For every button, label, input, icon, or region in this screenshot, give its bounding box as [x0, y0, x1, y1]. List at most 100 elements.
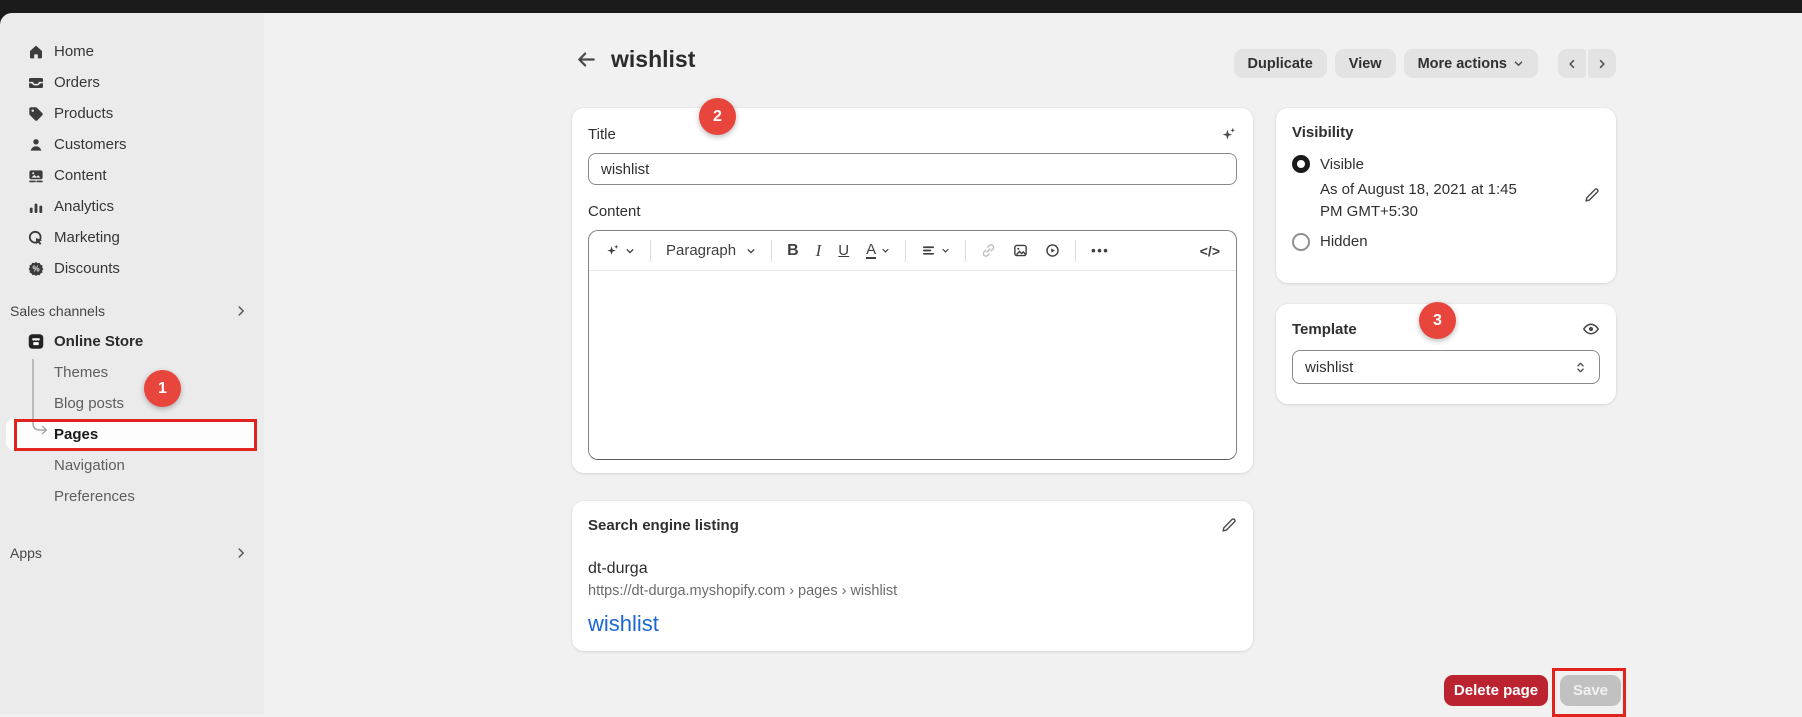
seo-card-heading: Search engine listing — [588, 517, 739, 534]
more-options-icon[interactable]: ••• — [1089, 241, 1111, 260]
seo-breadcrumb-url: https://dt-durga.myshopify.com › pages ›… — [588, 583, 1237, 599]
sidebar-item-label: Online Store — [54, 333, 143, 350]
home-icon — [28, 44, 44, 60]
view-button[interactable]: View — [1335, 49, 1396, 78]
sidebar-item-customers[interactable]: Customers — [6, 129, 256, 160]
sidebar-item-label: Orders — [54, 74, 100, 91]
template-select[interactable]: wishlist — [1292, 350, 1600, 384]
more-actions-button[interactable]: More actions — [1404, 49, 1538, 78]
template-heading: Template — [1292, 321, 1357, 338]
text-color-a-glyph: A — [866, 242, 876, 259]
sidebar-item-label: Customers — [54, 136, 127, 153]
next-page-button[interactable] — [1588, 49, 1616, 78]
paragraph-label: Paragraph — [666, 242, 736, 259]
chevron-down-icon — [941, 246, 950, 255]
annotation-step-2: 2 — [699, 98, 736, 135]
edit-pencil-icon[interactable] — [1221, 517, 1237, 533]
toolbar-divider — [1075, 240, 1076, 262]
sidebar-item-label: Preferences — [54, 488, 135, 505]
alignment-button[interactable] — [919, 241, 952, 260]
title-input[interactable] — [588, 153, 1237, 185]
annotation-step-1: 1 — [144, 370, 181, 407]
visibility-card: Visibility Visible As of August 18, 2021… — [1276, 108, 1616, 283]
duplicate-button[interactable]: Duplicate — [1234, 49, 1327, 78]
sidebar-item-label: Home — [54, 43, 94, 60]
delete-page-button[interactable]: Delete page — [1444, 675, 1548, 706]
radio-unselected-icon — [1292, 233, 1310, 251]
show-html-button[interactable]: </> — [1198, 241, 1222, 261]
sidebar-section-apps[interactable]: Apps — [0, 538, 264, 568]
tag-icon — [28, 106, 44, 122]
insert-image-button[interactable] — [1011, 241, 1030, 260]
text-color-button[interactable]: A — [864, 240, 892, 261]
apps-label: Apps — [10, 545, 42, 561]
hidden-radio-option[interactable]: Hidden — [1292, 233, 1600, 251]
media-icon — [28, 168, 44, 184]
sidebar-item-analytics[interactable]: Analytics — [6, 191, 256, 222]
duplicate-label: Duplicate — [1248, 56, 1313, 72]
sidebar-item-label: Pages — [54, 426, 98, 443]
sidebar: Home Orders Products Customers Content A… — [0, 13, 264, 714]
sales-channels-label: Sales channels — [10, 303, 105, 319]
sidebar-item-label: Marketing — [54, 229, 120, 246]
sidebar-item-label: Blog posts — [54, 395, 124, 412]
marketing-icon — [28, 230, 44, 246]
person-icon — [28, 137, 44, 153]
sidebar-item-orders[interactable]: Orders — [6, 67, 256, 98]
bold-button[interactable]: B — [785, 240, 801, 262]
chevron-down-icon — [881, 246, 890, 255]
toolbar-divider — [771, 240, 772, 262]
sidebar-item-preferences[interactable]: Preferences — [6, 481, 256, 512]
more-actions-label: More actions — [1418, 56, 1507, 72]
page-title: wishlist — [611, 46, 695, 73]
ai-sparkle-icon[interactable] — [1220, 126, 1237, 143]
insert-video-button[interactable] — [1043, 241, 1062, 260]
discount-badge-icon: % — [28, 261, 44, 277]
select-updown-icon — [1574, 361, 1587, 374]
visible-radio-option[interactable]: Visible — [1292, 155, 1600, 173]
back-arrow-icon[interactable] — [576, 49, 597, 70]
ai-assist-button[interactable] — [603, 241, 637, 260]
sidebar-item-content[interactable]: Content — [6, 160, 256, 191]
visibility-heading: Visibility — [1292, 124, 1600, 141]
sidebar-item-label: Products — [54, 105, 113, 122]
page-details-card: Title Content Paragraph B — [572, 108, 1253, 473]
sidebar-item-online-store[interactable]: Online Store — [6, 326, 256, 357]
save-button[interactable]: Save — [1560, 675, 1621, 706]
bar-chart-icon — [28, 199, 44, 215]
template-selected-value: wishlist — [1305, 359, 1353, 376]
hidden-label: Hidden — [1320, 233, 1368, 250]
sidebar-item-home[interactable]: Home — [6, 36, 256, 67]
insert-link-button[interactable] — [979, 241, 998, 260]
image-icon — [1013, 243, 1028, 258]
sidebar-item-label: Themes — [54, 364, 108, 381]
play-circle-icon — [1045, 243, 1060, 258]
seo-result-title-link[interactable]: wishlist — [588, 611, 1237, 637]
previous-page-button[interactable] — [1558, 49, 1586, 78]
sidebar-section-sales-channels[interactable]: Sales channels — [0, 296, 264, 326]
eye-icon[interactable] — [1582, 320, 1600, 338]
content-editor-area[interactable] — [589, 271, 1236, 459]
edit-pencil-icon[interactable] — [1584, 187, 1600, 223]
page-pager — [1558, 49, 1616, 78]
search-engine-listing-card: Search engine listing dt-durga https://d… — [572, 501, 1253, 651]
underline-button[interactable]: U — [836, 240, 851, 261]
top-black-bar — [0, 0, 1802, 13]
italic-button[interactable]: I — [814, 239, 824, 263]
toolbar-divider — [965, 240, 966, 262]
chevron-down-icon — [625, 246, 635, 256]
paragraph-style-dropdown[interactable]: Paragraph — [664, 240, 758, 261]
chevron-down-icon — [746, 246, 756, 256]
annotation-step-3: 3 — [1419, 302, 1456, 339]
sidebar-item-discounts[interactable]: % Discounts — [6, 253, 256, 284]
sidebar-item-navigation[interactable]: Navigation — [6, 450, 256, 481]
link-icon — [981, 243, 996, 258]
visible-date-note: As of August 18, 2021 at 1:45 PM GMT+5:3… — [1320, 179, 1532, 223]
sidebar-item-marketing[interactable]: Marketing — [6, 222, 256, 253]
tree-connector-line — [26, 357, 54, 441]
sidebar-item-products[interactable]: Products — [6, 98, 256, 129]
title-field-label: Title — [588, 126, 616, 143]
chevron-down-icon — [1513, 58, 1524, 69]
chevron-right-icon — [234, 546, 248, 560]
sidebar-item-label: Analytics — [54, 198, 114, 215]
